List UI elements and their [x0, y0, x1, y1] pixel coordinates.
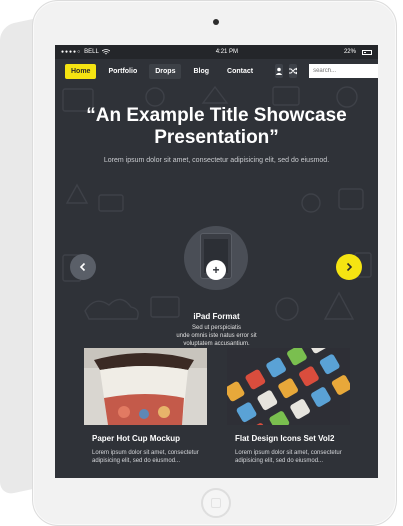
carrier-label: BELL [84, 49, 99, 55]
nav-drops[interactable]: Drops [149, 63, 182, 79]
plus-icon[interactable]: + [206, 260, 226, 280]
hot-cup-illustration [84, 348, 207, 425]
nav-home[interactable]: Home [65, 63, 97, 79]
shuffle-icon [289, 67, 298, 75]
nav-blog[interactable]: Blog [187, 64, 215, 79]
nav-portfolio[interactable]: Portfolio [102, 64, 143, 79]
status-left: ●●●●○ BELL [61, 49, 110, 55]
nav-contact[interactable]: Contact [221, 64, 259, 79]
portfolio-card[interactable]: Paper Hot Cup Mockup Lorem ipsum dolor s… [84, 348, 207, 465]
hot-cup-image [84, 348, 207, 425]
shuffle-button[interactable] [289, 64, 298, 78]
flat-icons-image [227, 348, 350, 425]
home-button-square [211, 498, 221, 508]
home-button[interactable] [201, 488, 231, 518]
chevron-right-icon [346, 262, 353, 272]
search-box [309, 64, 378, 78]
hero-title: “An Example Title Showcase Presentation” [86, 105, 347, 148]
ipad-screen: ●●●●○ BELL 4:21 PM 22% Home Portfolio Dr… [55, 45, 378, 478]
flat-icons-illustration [227, 348, 350, 425]
signal-indicator: ●●●●○ [61, 49, 82, 55]
status-right: 22% [344, 49, 372, 55]
hero-section: “An Example Title Showcase Presentation”… [55, 83, 378, 347]
slider-next-button[interactable] [336, 254, 362, 280]
user-button[interactable] [275, 64, 284, 78]
search-input[interactable] [309, 64, 378, 78]
hero-subtitle: Lorem ipsum dolor sit amet, consectetur … [103, 157, 330, 164]
slider-prev-button[interactable] [70, 254, 96, 280]
ipad-camera [213, 19, 219, 25]
portfolio-card[interactable]: Flat Design Icons Set Vol2 Lorem ipsum d… [227, 348, 350, 465]
card-title: Paper Hot Cup Mockup [92, 434, 181, 443]
wifi-icon [101, 49, 110, 55]
chevron-left-icon [79, 262, 86, 272]
feature-description: Sed ut perspiciatis unde omnis iste natu… [176, 325, 257, 347]
portfolio-cards: Paper Hot Cup Mockup Lorem ipsum dolor s… [55, 348, 378, 478]
battery-icon [361, 49, 372, 55]
card-description: Lorem ipsum dolor sit amet, consectetur … [92, 450, 199, 464]
card-description: Lorem ipsum dolor sit amet, consectetur … [235, 450, 342, 464]
user-icon [275, 67, 283, 75]
feature-title: iPad Format [193, 312, 240, 321]
card-title: Flat Design Icons Set Vol2 [235, 434, 335, 443]
status-bar: ●●●●○ BELL 4:21 PM 22% [55, 45, 378, 59]
stage: ●●●●○ BELL 4:21 PM 22% Home Portfolio Dr… [0, 0, 403, 526]
status-time: 4:21 PM [215, 49, 239, 55]
battery-percent: 22% [343, 49, 356, 55]
top-navbar: Home Portfolio Drops Blog Contact [55, 59, 378, 83]
